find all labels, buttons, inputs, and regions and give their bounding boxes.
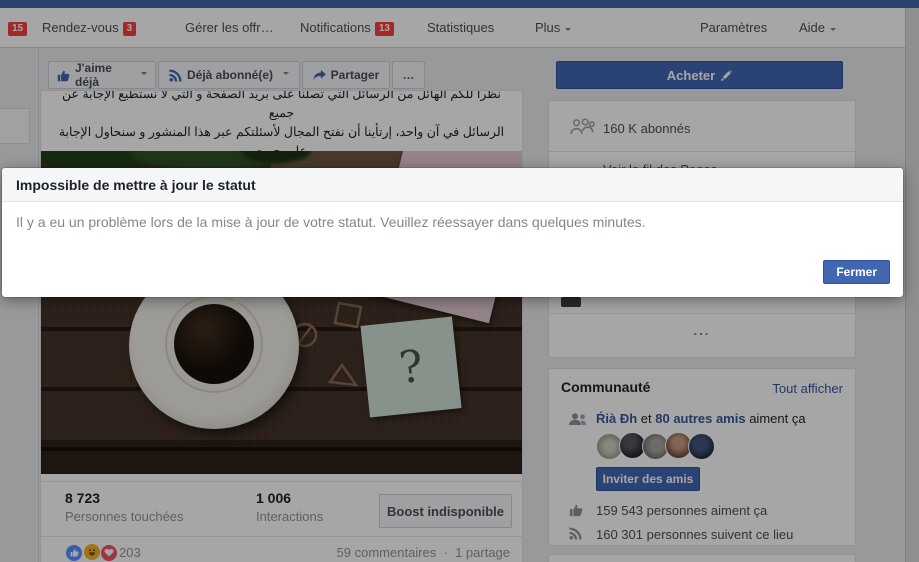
status-error-dialog: Impossible de mettre à jour le statut Il… [2,168,903,297]
close-dialog-button[interactable]: Fermer [823,260,890,284]
dialog-message: Il y a eu un problème lors de la mise à … [16,214,646,230]
dialog-title: Impossible de mettre à jour le statut [2,168,903,202]
facebook-page-admin-screen: 15 Rendez-vous 3 Gérer les offr… Notifica… [0,0,919,562]
